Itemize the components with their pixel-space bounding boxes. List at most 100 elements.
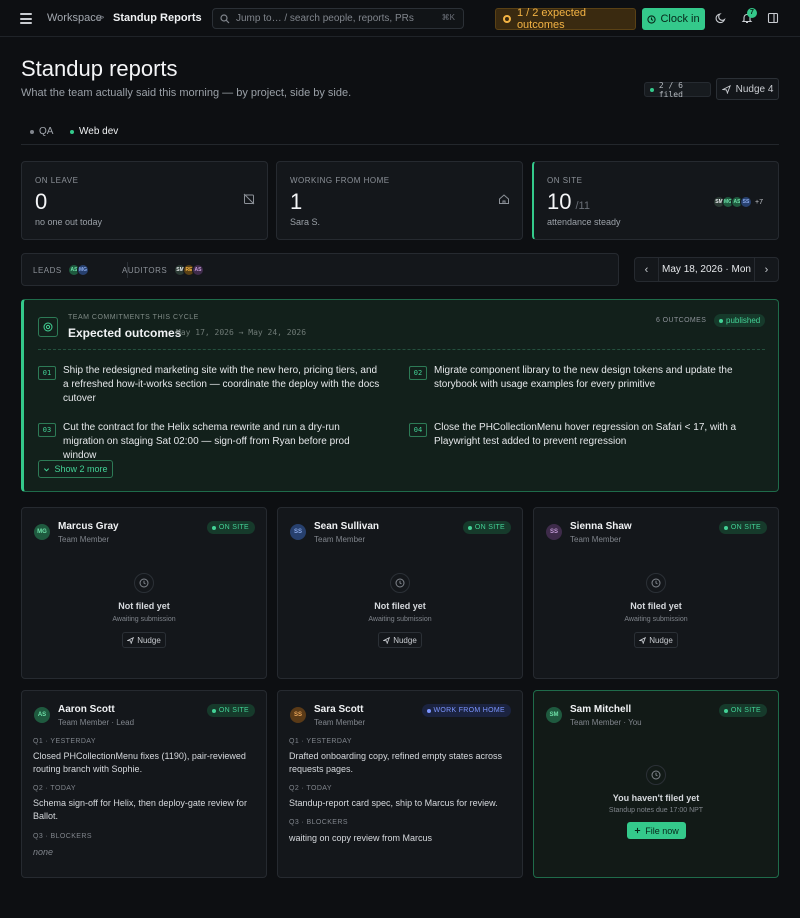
page-subtitle: What the team actually said this morning… <box>21 87 352 99</box>
outcome-code: 02 <box>409 366 427 380</box>
avatar: MG <box>34 524 50 540</box>
auditors-avatar-stack[interactable]: SM RE AS <box>174 264 204 276</box>
question-label: Q1 · YESTERDAY <box>289 738 352 745</box>
tab-web-dev[interactable]: Web dev <box>70 126 118 137</box>
stat-value: 10/11 <box>547 189 590 215</box>
member-name: Aaron Scott <box>58 704 115 715</box>
tab-qa[interactable]: QA <box>30 126 53 137</box>
nudge-all-button[interactable]: Nudge 4 <box>716 78 779 100</box>
avatar: SS <box>290 524 306 540</box>
expected-outcomes-panel: TEAM COMMITMENTS THIS CYCLE Expected out… <box>21 299 779 492</box>
member-name: Sam Mitchell <box>570 704 632 715</box>
status-badge: ON SITE <box>206 704 255 717</box>
clock-icon <box>647 14 657 24</box>
clock-icon <box>646 573 666 593</box>
status-label: ON SITE <box>218 524 249 531</box>
outcomes-kicker: TEAM COMMITMENTS THIS CYCLE <box>68 314 199 321</box>
notification-count-badge: 7 <box>747 8 757 18</box>
answer-text: none <box>33 847 54 857</box>
nudge-button[interactable]: Nudge <box>634 632 678 648</box>
empty-subtitle: Awaiting submission <box>624 616 688 623</box>
nudge-button[interactable]: Nudge <box>378 632 422 648</box>
avatar: SM <box>546 707 562 723</box>
status-label: ON SITE <box>474 524 505 531</box>
tab-dot-icon <box>30 129 34 134</box>
member-role: Team Member <box>58 535 110 544</box>
search-input[interactable]: Jump to… / search people, reports, PRs ⌘… <box>212 8 464 29</box>
tab-qa-label: QA <box>39 126 54 137</box>
search-shortcut: ⌘K <box>441 13 455 22</box>
prev-day-button[interactable]: ‹ <box>635 258 659 281</box>
target-icon <box>38 317 58 337</box>
member-name: Sean Sullivan <box>314 521 380 532</box>
question-label: Q2 · TODAY <box>289 785 332 792</box>
file-now-button[interactable]: File now <box>627 822 686 839</box>
clock-in-button[interactable]: Clock in <box>642 8 705 30</box>
leads-auditors-bar: LEADS AS MG AUDITORS SM RE AS <box>21 253 619 286</box>
member-role: Team Member <box>314 535 366 544</box>
status-badge: ON SITE <box>718 521 767 534</box>
menu-icon[interactable] <box>20 13 32 24</box>
stat-label: ON SITE <box>547 176 583 185</box>
stat-card-on-site: ON SITE 10/11 attendance steady SM MG AS… <box>532 161 779 240</box>
breadcrumb-workspace[interactable]: Workspace <box>47 12 102 24</box>
date-navigator: ‹ May 18, 2026 · Mon › <box>634 257 779 282</box>
member-role: Team Member <box>314 718 366 727</box>
breadcrumb-current: Standup Reports <box>113 12 202 24</box>
outcomes-date-range: May 17, 2026 → May 24, 2026 <box>176 328 307 337</box>
clock-icon <box>646 765 666 785</box>
empty-title: Not filed yet <box>118 601 170 611</box>
member-card-current-user: SM Sam Mitchell Team Member · You ON SIT… <box>533 690 779 878</box>
chevron-down-icon <box>44 467 50 472</box>
nudge-label: Nudge <box>649 635 673 645</box>
panel-toggle-icon[interactable] <box>767 12 779 24</box>
published-badge: published <box>714 314 765 327</box>
on-site-avatar-stack[interactable]: SM MG AS SS +7 <box>713 196 763 208</box>
published-label: published <box>726 316 761 325</box>
status-dot-icon <box>723 708 728 713</box>
tab-web-dev-label: Web dev <box>79 126 119 137</box>
status-dot-icon <box>650 87 654 92</box>
send-icon <box>127 636 135 644</box>
progress-dot-icon <box>503 15 511 23</box>
search-icon <box>220 13 230 23</box>
current-date[interactable]: May 18, 2026 · Mon <box>659 264 754 275</box>
question-label: Q3 · BLOCKERS <box>289 819 348 826</box>
outcome-text: Ship the redesigned marketing site with … <box>63 365 380 404</box>
moon-icon[interactable] <box>715 12 727 24</box>
member-card: SS Sienna Shaw Team Member ON SITE Not f… <box>533 507 779 679</box>
tab-dot-icon <box>70 129 74 134</box>
expected-outcomes-pill[interactable]: 1 / 2 expected outcomes <box>495 7 636 31</box>
status-dot-icon <box>723 525 728 530</box>
member-role: Team Member · Lead <box>58 718 135 727</box>
next-day-button[interactable]: › <box>754 258 778 281</box>
empty-title: You haven't filed yet <box>612 793 700 803</box>
nudge-button[interactable]: Nudge <box>122 632 166 648</box>
status-label: ON SITE <box>730 524 761 531</box>
status-dot-icon <box>426 708 431 713</box>
outcome-text: Close the PHCollectionMenu hover regress… <box>434 422 737 447</box>
outcomes-title: Expected outcomes <box>68 326 182 340</box>
nudge-label: Nudge <box>393 635 417 645</box>
page-title: Standup reports <box>21 56 178 81</box>
question-label: Q2 · TODAY <box>33 785 76 792</box>
stat-value-total: /11 <box>575 200 590 212</box>
leads-avatar-stack[interactable]: AS MG <box>68 264 89 276</box>
question-label: Q3 · BLOCKERS <box>33 833 92 840</box>
outcome-text: Migrate component library to the new des… <box>434 365 733 390</box>
send-icon <box>639 636 647 644</box>
clock-in-label: Clock in <box>660 13 700 25</box>
answer-text: Drafted onboarding copy, refined empty s… <box>289 751 502 774</box>
nudge-label: Nudge <box>137 635 161 645</box>
status-badge: ON SITE <box>462 521 511 534</box>
stat-value-number: 10 <box>547 189 572 214</box>
show-more-button[interactable]: Show 2 more <box>38 460 113 478</box>
top-bar: Workspace > Standup Reports Jump to… / s… <box>0 0 800 37</box>
stat-label: WORKING FROM HOME <box>290 176 390 185</box>
member-name: Sienna Shaw <box>570 521 632 532</box>
search-placeholder: Jump to… / search people, reports, PRs <box>236 13 414 24</box>
stat-subtext: attendance steady <box>547 217 621 227</box>
empty-subtitle: Awaiting submission <box>112 616 176 623</box>
nudge-all-label: Nudge 4 <box>735 83 774 95</box>
calendar-off-icon <box>243 193 255 205</box>
